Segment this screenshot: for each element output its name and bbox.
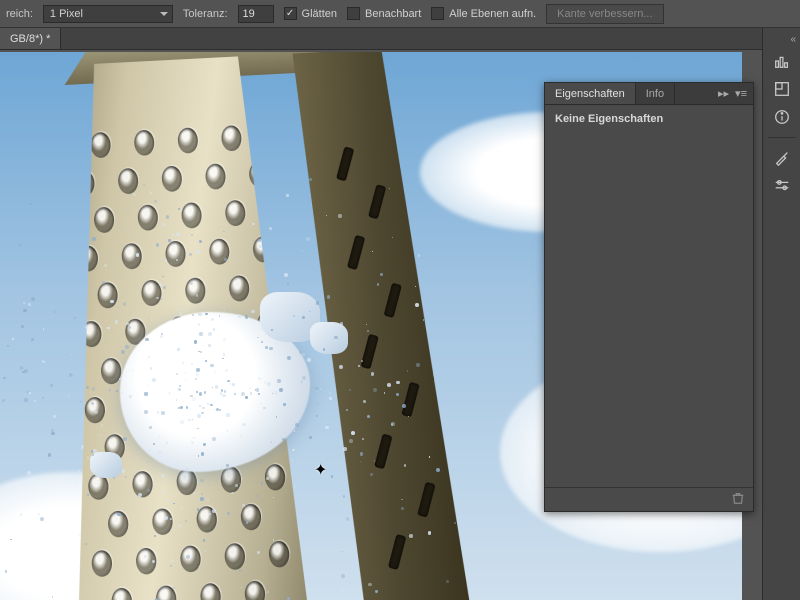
adjustments-icon[interactable] bbox=[768, 174, 796, 198]
trash-icon[interactable] bbox=[731, 491, 745, 508]
antialias-label: Glätten bbox=[302, 8, 337, 20]
options-bar: reich: 1 Pixel Toleranz: 19 Glätten Bena… bbox=[0, 0, 800, 28]
document-tab-label: GB/8*) * bbox=[10, 33, 50, 45]
right-panel-strip: « bbox=[762, 28, 800, 600]
tolerance-value: 19 bbox=[243, 8, 255, 20]
ice-chunk bbox=[310, 322, 348, 354]
panel-footer bbox=[545, 487, 753, 511]
tolerance-input[interactable]: 19 bbox=[238, 5, 274, 23]
panel-tabs: Eigenschaften Info ▸▸ ▾≡ bbox=[545, 83, 753, 105]
panel-body: Keine Eigenschaften bbox=[545, 105, 753, 487]
tab-info[interactable]: Info bbox=[636, 83, 675, 104]
document-tab-strip: GB/8*) * bbox=[0, 28, 800, 50]
all-layers-checkbox[interactable] bbox=[431, 7, 444, 20]
panel-menu-icon[interactable]: ▾≡ bbox=[735, 87, 747, 100]
ice-chunk bbox=[90, 452, 122, 478]
sample-size-value: 1 Pixel bbox=[50, 8, 83, 20]
refine-edge-label: Kante verbessern... bbox=[557, 8, 652, 20]
panel-body-text: Keine Eigenschaften bbox=[555, 113, 663, 125]
swatches-icon[interactable] bbox=[768, 77, 796, 101]
contiguous-checkbox[interactable] bbox=[347, 7, 360, 20]
tolerance-label: Toleranz: bbox=[183, 8, 228, 20]
properties-panel: Eigenschaften Info ▸▸ ▾≡ Keine Eigenscha… bbox=[544, 82, 754, 512]
tab-label: Info bbox=[646, 88, 664, 100]
tab-eigenschaften[interactable]: Eigenschaften bbox=[545, 83, 636, 104]
all-layers-label: Alle Ebenen aufn. bbox=[449, 8, 536, 20]
info-icon[interactable] bbox=[768, 105, 796, 129]
brush-icon[interactable] bbox=[768, 146, 796, 170]
contiguous-label: Benachbart bbox=[365, 8, 421, 20]
document-tab[interactable]: GB/8*) * bbox=[0, 28, 61, 49]
sample-size-label: reich: bbox=[6, 8, 33, 20]
panel-collapse-icon[interactable]: ▸▸ bbox=[718, 87, 729, 100]
antialias-checkbox[interactable] bbox=[284, 7, 297, 20]
sample-size-dropdown[interactable]: 1 Pixel bbox=[43, 5, 173, 23]
tab-label: Eigenschaften bbox=[555, 88, 625, 100]
histogram-icon[interactable] bbox=[768, 49, 796, 73]
expand-panels-icon[interactable]: « bbox=[790, 34, 796, 45]
refine-edge-button[interactable]: Kante verbessern... bbox=[546, 4, 663, 24]
